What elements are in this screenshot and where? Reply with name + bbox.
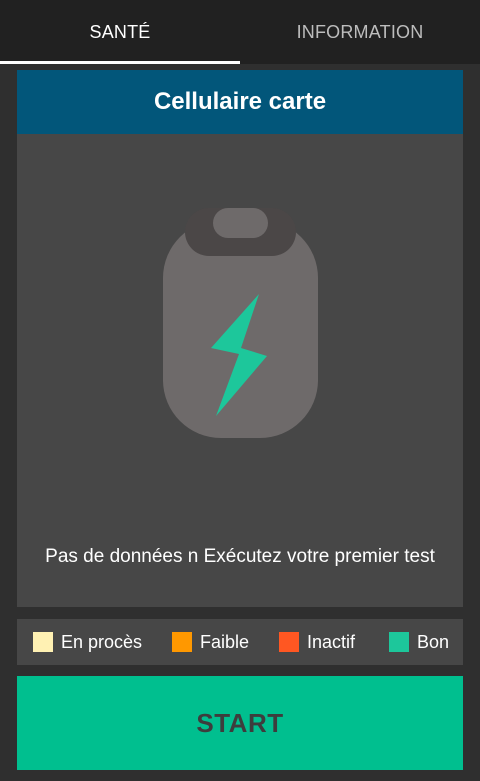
legend-label: Bon: [417, 631, 450, 652]
card-title: Cellulaire carte: [17, 70, 463, 134]
start-button[interactable]: START: [17, 676, 463, 770]
legend-swatch: [172, 632, 192, 652]
legend-swatch: [279, 632, 299, 652]
legend-label: Inactif: [307, 631, 356, 652]
legend-label: En procès: [61, 631, 143, 652]
legend-item-good: Bon: [389, 619, 449, 665]
tab-indicator: [0, 61, 240, 64]
legend-swatch: [33, 632, 53, 652]
tab-sante[interactable]: SANTÉ: [0, 0, 240, 64]
battery-charging-icon: [163, 208, 318, 438]
status-legend: En procès Faible Inactif Bon: [17, 619, 463, 665]
legend-swatch: [389, 632, 409, 652]
legend-item-inactive: Inactif: [279, 619, 355, 665]
legend-label: Faible: [200, 631, 250, 652]
legend-item-in-progress: En procès: [33, 619, 142, 665]
no-data-message: Pas de données n Exécutez votre premier …: [45, 546, 435, 567]
tab-information[interactable]: INFORMATION: [240, 0, 480, 64]
legend-item-weak: Faible: [172, 619, 249, 665]
tab-bar: SANTÉ INFORMATION: [0, 0, 480, 64]
cell-card: Cellulaire carte Pas de données n Exécut…: [17, 70, 463, 607]
